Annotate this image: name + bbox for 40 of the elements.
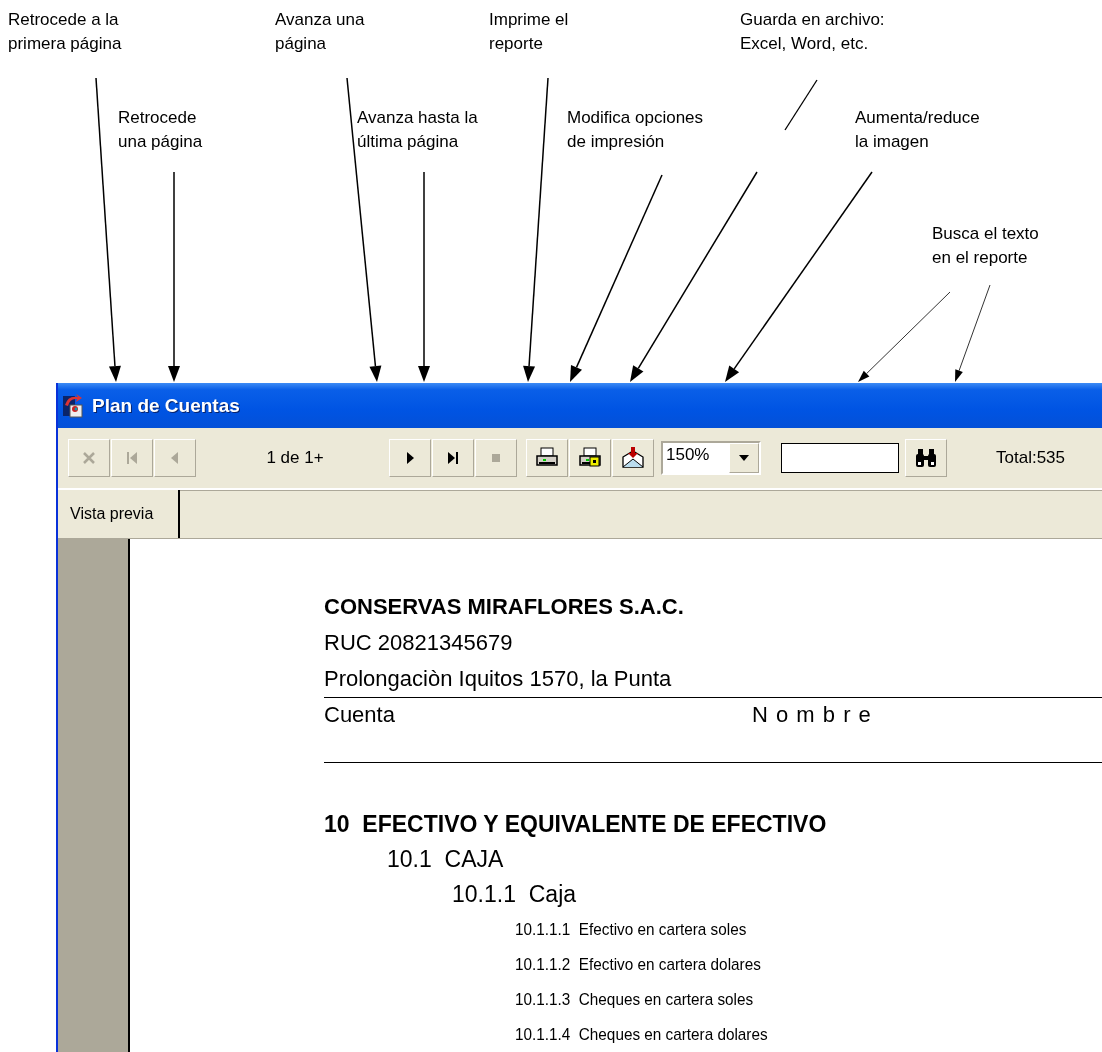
account-row-text: 10.1.1.1 Efectivo en cartera soles [515, 919, 748, 941]
last-button[interactable] [432, 439, 474, 477]
account-row-text: 10.1.1.3 Cheques en cartera soles [515, 989, 755, 1011]
annotation-label: Aumenta/reduce la imagen [855, 107, 980, 153]
company-name: CONSERVAS MIRAFLORES S.A.C. [324, 593, 685, 621]
annotation-label: Busca el texto en el reporte [932, 223, 1039, 269]
annotation-label: Avanza una página [275, 9, 365, 55]
binoculars-icon [914, 448, 938, 468]
tab[interactable]: Vista previa [58, 490, 180, 538]
search-button[interactable] [905, 439, 947, 477]
annotation-label: Avanza hasta la última página [357, 107, 478, 153]
account-row-text: 10 EFECTIVO Y EQUIVALENTE DE EFECTIVO [324, 810, 828, 839]
total-count: Total:535 [996, 448, 1065, 468]
account-row-text: 10.1.1.4 Cheques en cartera dolares [515, 1024, 769, 1046]
annotation-label: Guarda en archivo: Excel, Word, etc. [740, 9, 885, 55]
next-button[interactable] [389, 439, 431, 477]
column-heading: N o m b r e [752, 701, 872, 729]
printer-gear-icon [577, 446, 603, 470]
column-heading: Cuenta [324, 701, 396, 729]
annotation-label: Retrocede una página [118, 107, 203, 153]
zoom-dropdown[interactable]: 150% [661, 441, 761, 475]
caret-icon [738, 454, 750, 462]
leader-line [784, 79, 818, 131]
export-button[interactable] [612, 439, 654, 477]
print-setup-button[interactable] [569, 439, 611, 477]
print-button[interactable] [526, 439, 568, 477]
annotation-label: Imprime el reporte [489, 9, 569, 55]
window-title: Plan de Cuentas [92, 394, 240, 417]
company-address: Prolongaciòn Iquitos 1570, la Punta [324, 665, 673, 693]
search-field[interactable] [781, 443, 899, 473]
app-icon [62, 392, 86, 419]
account-row-text: 10.1.1.2 Efectivo en cartera dolares [515, 954, 762, 976]
account-row-text: 10.1 CAJA [387, 845, 505, 874]
envelope-download-icon [620, 446, 646, 470]
page-indicator: 1 de 1+ [265, 448, 325, 468]
company-ruc: RUC 20821345679 [324, 629, 514, 657]
dropdown-button[interactable] [729, 443, 759, 473]
annotation-label: Retrocede a la primera página [8, 9, 122, 55]
account-row-text: 10.1.1 Caja [452, 880, 578, 909]
annotation-label: Modifica opciones de impresión [567, 107, 704, 153]
